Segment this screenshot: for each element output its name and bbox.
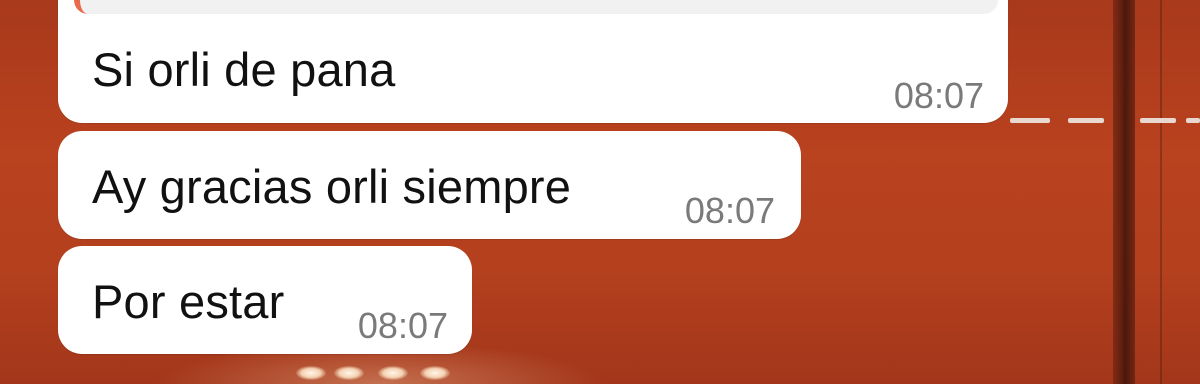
message-text: Por estar bbox=[92, 275, 285, 328]
quoted-reply[interactable] bbox=[74, 0, 998, 14]
message-timestamp: 08:07 bbox=[893, 75, 984, 116]
message-text: Ay gracias orli siempre bbox=[92, 160, 572, 213]
message-bubble[interactable]: Ay gracias orli siempre 08:07 bbox=[58, 131, 801, 239]
wallpaper-lights bbox=[296, 362, 466, 384]
wallpaper-pole-edge bbox=[1160, 0, 1162, 384]
message-timestamp: 08:07 bbox=[684, 190, 775, 231]
message-bubble[interactable]: Si orli de pana 08:07 bbox=[58, 0, 1008, 123]
message-bubble[interactable]: Por estar 08:07 bbox=[58, 246, 472, 354]
message-text: Si orli de pana bbox=[92, 43, 396, 96]
message-timestamp: 08:07 bbox=[357, 305, 448, 346]
wallpaper-crossbar bbox=[1010, 116, 1200, 126]
wallpaper-pole bbox=[1113, 0, 1135, 384]
